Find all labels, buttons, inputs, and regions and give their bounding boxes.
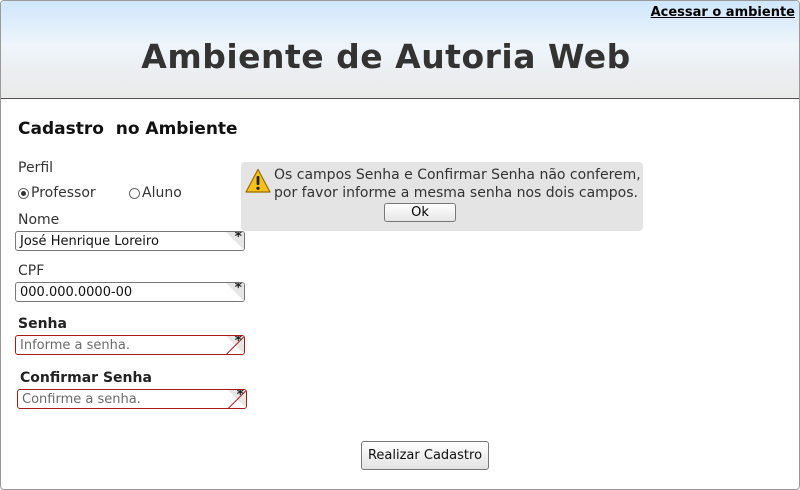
access-environment-link[interactable]: Acessar o ambiente	[651, 5, 795, 20]
confirmar-senha-field[interactable]: Confirme a senha. *	[17, 389, 247, 409]
required-asterisk-icon: *	[234, 335, 242, 349]
senha-field[interactable]: Informe a senha. *	[15, 335, 245, 355]
required-asterisk-icon: *	[236, 389, 244, 403]
dialog-message: Os campos Senha e Confirmar Senha não co…	[274, 166, 642, 202]
submit-registration-button[interactable]: Realizar Cadastro	[361, 441, 489, 470]
page-title: Cadastro no Ambiente	[18, 119, 238, 139]
cpf-field[interactable]: 000.000.0000-00 *	[15, 282, 245, 302]
nome-value: José Henrique Loreiro	[20, 234, 159, 249]
cpf-value: 000.000.0000-00	[20, 285, 133, 300]
required-asterisk-icon: *	[234, 231, 242, 245]
confirmar-senha-placeholder: Confirme a senha.	[22, 392, 141, 407]
dialog-message-line1: Os campos Senha e Confirmar Senha não co…	[274, 167, 641, 183]
radio-aluno[interactable]: Aluno	[129, 185, 182, 201]
required-asterisk-icon: *	[234, 282, 242, 296]
radio-professor[interactable]: Professor	[18, 185, 96, 201]
app-title: Ambiente de Autoria Web	[141, 37, 631, 76]
confirmar-senha-label: Confirmar Senha	[20, 370, 152, 386]
perfil-label: Perfil	[18, 160, 54, 176]
warning-icon	[245, 168, 271, 193]
radio-checked-icon[interactable]	[18, 187, 29, 199]
ok-button[interactable]: Ok	[384, 203, 456, 222]
nome-field[interactable]: José Henrique Loreiro *	[15, 231, 245, 251]
nome-label: Nome	[18, 212, 60, 228]
senha-placeholder: Informe a senha.	[20, 338, 130, 353]
radio-aluno-label: Aluno	[142, 185, 182, 201]
cpf-label: CPF	[18, 263, 45, 279]
password-mismatch-dialog: Os campos Senha e Confirmar Senha não co…	[241, 162, 643, 231]
radio-professor-label: Professor	[31, 185, 96, 201]
dialog-message-line2: por favor informe a mesma senha nos dois…	[274, 185, 638, 201]
radio-unchecked-icon[interactable]	[129, 187, 140, 199]
senha-label: Senha	[18, 316, 67, 332]
app-header: Acessar o ambiente Ambiente de Autoria W…	[1, 1, 799, 99]
